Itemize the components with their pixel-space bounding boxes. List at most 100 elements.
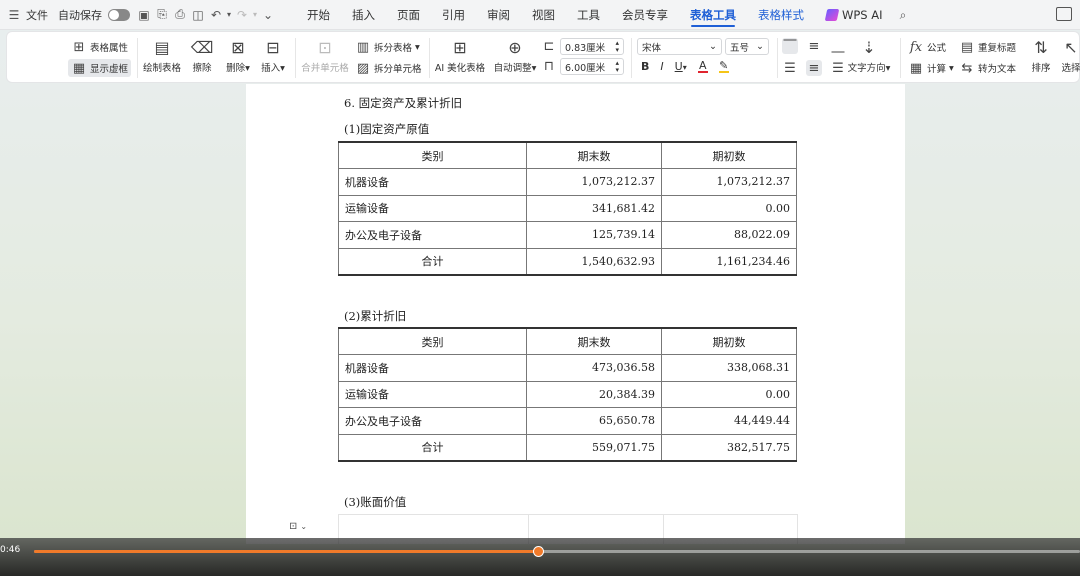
- undo-dropdown-icon[interactable]: ▾: [225, 6, 233, 24]
- split-cells-button[interactable]: ▨ 拆分单元格: [355, 60, 422, 76]
- redo-dropdown-icon[interactable]: ▾: [251, 6, 259, 24]
- col-width-input[interactable]: 6.00厘米 ▴ ▾: [560, 58, 624, 75]
- table-cell[interactable]: 338,068.31: [661, 354, 797, 382]
- table-cell[interactable]: 1,161,234.46: [661, 247, 797, 276]
- align-left-icon[interactable]: ☰: [782, 60, 798, 76]
- table-cell[interactable]: 0.00: [661, 194, 797, 222]
- accumulated-depreciation-table[interactable]: 类别 期末数 期初数 机器设备 473,036.58 338,068.31 运输…: [338, 327, 797, 462]
- formula-button[interactable]: fx 公式: [908, 39, 946, 55]
- video-progress-track[interactable]: [34, 546, 1080, 557]
- tab-page[interactable]: 页面: [386, 0, 431, 30]
- table-cell[interactable]: 88,022.09: [661, 221, 797, 249]
- draw-table-button[interactable]: ▤ 绘制表格: [143, 38, 182, 75]
- tab-tools[interactable]: 工具: [566, 0, 611, 30]
- italic-button[interactable]: I: [660, 60, 663, 73]
- convert-to-text-button[interactable]: ⇆ 转为文本: [959, 60, 1016, 76]
- draw-table-label: 绘制表格: [143, 63, 182, 74]
- auto-adjust-button[interactable]: ⊕ 自动调整▾: [491, 38, 539, 75]
- table-move-handle[interactable]: ⊡ ⌄: [289, 521, 307, 532]
- table-cell[interactable]: 0.00: [661, 380, 797, 408]
- tab-member[interactable]: 会员专享: [611, 0, 679, 30]
- tab-insert[interactable]: 插入: [341, 0, 386, 30]
- align-middle-icon[interactable]: ≡: [806, 38, 822, 54]
- table-cell[interactable]: 1,073,212.37: [526, 168, 662, 196]
- save-icon[interactable]: ▣: [135, 6, 153, 24]
- ai-table-icon: ⊞: [453, 38, 467, 57]
- tab-view[interactable]: 视图: [521, 0, 566, 30]
- text-direction-button[interactable]: ⇣ 文字方向▾: [845, 38, 893, 75]
- table-cell[interactable]: 办公及电子设备: [338, 221, 527, 249]
- ai-beautify-table-button[interactable]: ⊞ AI 美化表格: [433, 38, 487, 75]
- delete-button[interactable]: ⊠ 删除▾: [221, 38, 255, 75]
- align-bottom-icon[interactable]: ⎽: [830, 38, 846, 54]
- table-cell[interactable]: 机器设备: [338, 354, 527, 382]
- split-table-button[interactable]: ▥ 拆分表格 ▾: [355, 39, 420, 55]
- font-name-select[interactable]: 宋体 ⌄: [637, 38, 722, 55]
- header-cell[interactable]: 期初数: [661, 141, 797, 169]
- table-cell[interactable]: 382,517.75: [661, 433, 797, 462]
- font-size-select[interactable]: 五号 ⌄: [725, 38, 769, 55]
- table-cell[interactable]: 125,739.14: [526, 221, 662, 249]
- undo-icon[interactable]: ↶: [207, 6, 225, 24]
- table-cell[interactable]: 1,073,212.37: [661, 168, 797, 196]
- header-cell[interactable]: 类别: [338, 327, 527, 355]
- total-label-cell[interactable]: 合计: [338, 433, 527, 462]
- video-scrubber-handle[interactable]: [533, 546, 545, 557]
- stepper-icon[interactable]: ▴ ▾: [615, 39, 619, 54]
- tab-references[interactable]: 引用: [431, 0, 476, 30]
- underline-button-wrap[interactable]: U▾: [675, 60, 687, 73]
- tab-review[interactable]: 审阅: [476, 0, 521, 30]
- table-cell[interactable]: 65,650.78: [526, 407, 662, 435]
- fixed-asset-cost-table[interactable]: 类别 期末数 期初数 机器设备 1,073,212.37 1,073,212.3…: [338, 141, 797, 276]
- total-label-cell[interactable]: 合计: [338, 247, 527, 276]
- tab-wps-ai[interactable]: WPS AI: [815, 0, 894, 30]
- align-top-icon[interactable]: ⎺: [782, 38, 798, 54]
- calculate-button[interactable]: ▦ 计算 ▾: [908, 60, 954, 76]
- more-chevron-down-icon[interactable]: ⌄: [259, 6, 277, 24]
- window-restore-icon[interactable]: [1056, 7, 1072, 21]
- stepper-icon[interactable]: ▴ ▾: [615, 59, 619, 74]
- table-cell[interactable]: 473,036.58: [526, 354, 662, 382]
- table-cell[interactable]: 44,449.44: [661, 407, 797, 435]
- table-cell[interactable]: 运输设备: [338, 380, 527, 408]
- table-cell[interactable]: 1,540,632.93: [526, 247, 662, 276]
- header-cell[interactable]: 期末数: [526, 327, 662, 355]
- header-cell[interactable]: 期末数: [526, 141, 662, 169]
- table-cell[interactable]: 运输设备: [338, 194, 527, 222]
- tab-table-tools[interactable]: 表格工具: [679, 0, 747, 30]
- search-icon[interactable]: ⌕: [894, 6, 912, 24]
- header-cell[interactable]: 类别: [338, 141, 527, 169]
- table-properties-button[interactable]: ⊞ 表格属性: [71, 39, 128, 55]
- highlight-pen-icon[interactable]: ✎: [718, 60, 729, 73]
- tab-home[interactable]: 开始: [296, 0, 341, 30]
- insert-button[interactable]: ⊟ 插入▾: [256, 38, 290, 75]
- row-height-input[interactable]: 0.83厘米 ▴ ▾: [560, 38, 624, 55]
- align-center-icon[interactable]: ≡: [806, 60, 822, 76]
- toggle-switch[interactable]: [108, 8, 130, 21]
- autosave-toggle[interactable]: 自动保存: [53, 7, 135, 23]
- export-pdf-icon[interactable]: ⎘: [153, 6, 171, 24]
- sort-button[interactable]: ⇅ 排序: [1027, 38, 1055, 75]
- show-gridlines-button[interactable]: ▦ 显示虚框: [68, 59, 132, 77]
- table-cell[interactable]: 341,681.42: [526, 194, 662, 222]
- print-icon[interactable]: ⎙: [171, 6, 189, 24]
- redo-icon[interactable]: ↷: [233, 6, 251, 24]
- file-menu[interactable]: ☰ 文件: [0, 6, 53, 24]
- merge-cells-button[interactable]: ⊡ 合并单元格: [299, 38, 351, 75]
- erase-button[interactable]: ⌫ 擦除: [189, 38, 215, 75]
- select-button[interactable]: ↖ 选择: [1061, 38, 1080, 75]
- repeat-header-button[interactable]: ▤ 重复标题: [959, 39, 1016, 55]
- tab-table-style[interactable]: 表格样式: [747, 0, 815, 30]
- bold-button[interactable]: B: [641, 60, 649, 73]
- table-row: 运输设备 341,681.42 0.00: [338, 194, 797, 222]
- table-cell[interactable]: 机器设备: [338, 168, 527, 196]
- table-cell[interactable]: 办公及电子设备: [338, 407, 527, 435]
- merge-cells-icon: ⊡: [318, 38, 332, 57]
- align-right-icon[interactable]: ☰: [830, 60, 846, 76]
- table-cell[interactable]: 20,384.39: [526, 380, 662, 408]
- table-cell[interactable]: 559,071.75: [526, 433, 662, 462]
- merge-cells-label: 合并单元格: [301, 63, 349, 74]
- print-preview-icon[interactable]: ◫: [189, 6, 207, 24]
- font-color-button[interactable]: A: [697, 60, 708, 73]
- header-cell[interactable]: 期初数: [661, 327, 797, 355]
